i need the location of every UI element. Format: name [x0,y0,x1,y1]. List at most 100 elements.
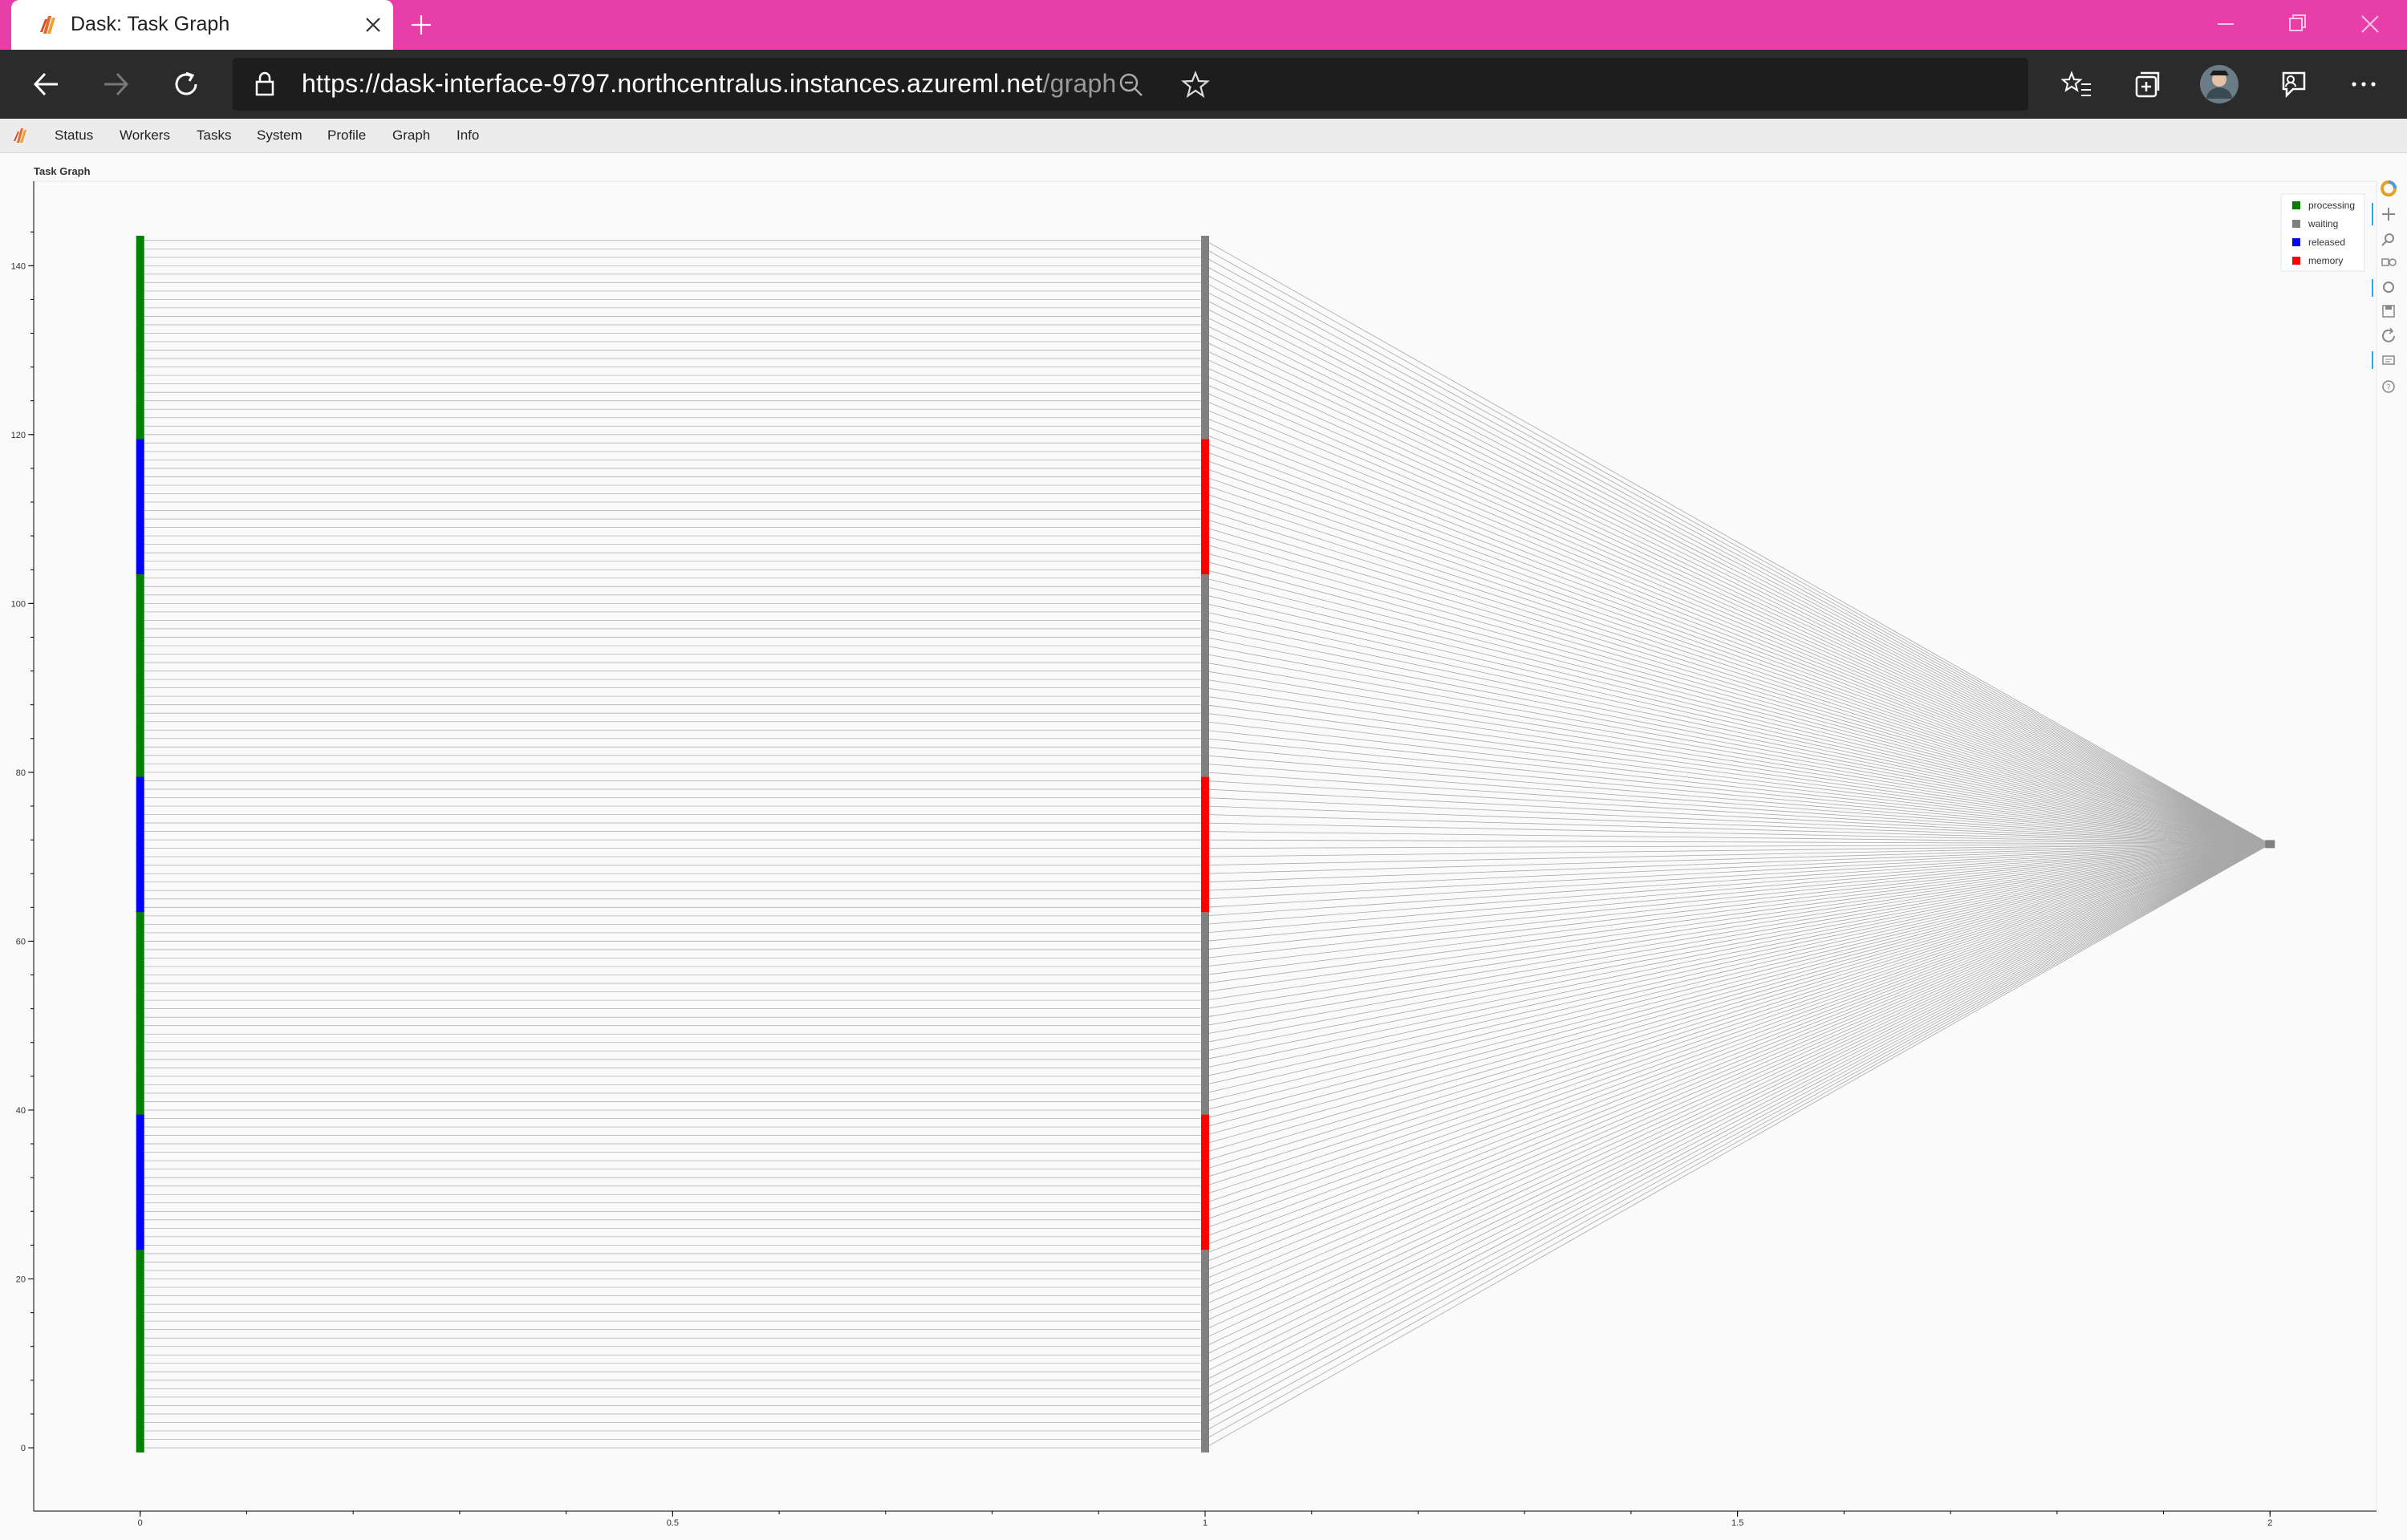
task-node[interactable] [136,615,144,626]
task-node[interactable] [136,1003,144,1014]
task-node[interactable] [1201,1181,1209,1191]
task-node[interactable] [1201,1359,1209,1368]
pan-tool-icon[interactable] [2372,203,2395,225]
task-node[interactable] [136,590,144,600]
task-node[interactable] [1201,776,1209,786]
task-graph-plot[interactable]: 0 0.5 1 1.5 2020406080100120140processingwai… [0,0,2407,1540]
task-node[interactable] [1201,1055,1209,1064]
task-node[interactable] [1201,421,1209,432]
task-node[interactable] [136,286,144,296]
task-node[interactable] [1201,970,1209,980]
task-node[interactable] [1201,928,1209,938]
task-node[interactable] [136,1291,144,1301]
task-node[interactable] [1201,472,1209,482]
task-node[interactable] [136,835,144,845]
task-node[interactable] [136,725,144,736]
task-node[interactable] [1201,641,1209,650]
task-node[interactable] [1201,1350,1209,1360]
task-node[interactable] [136,792,144,803]
task-node[interactable] [136,395,144,406]
task-node[interactable] [1201,759,1209,769]
task-node[interactable] [1201,979,1209,988]
task-node[interactable] [136,1359,144,1368]
task-node[interactable] [136,1164,144,1174]
task-node[interactable] [1201,877,1209,887]
task-node[interactable] [1201,1003,1209,1014]
task-node[interactable] [136,683,144,693]
task-node[interactable] [1201,294,1209,305]
task-node[interactable] [136,1189,144,1200]
task-node[interactable] [1201,995,1209,1005]
task-node[interactable] [136,1198,144,1208]
task-node[interactable] [136,1072,144,1081]
task-node[interactable] [1201,666,1209,676]
task-node[interactable] [1201,565,1209,575]
task-node[interactable] [1201,1156,1209,1165]
task-node[interactable] [1201,1029,1209,1039]
task-node[interactable] [1201,987,1209,997]
task-node[interactable] [1201,1147,1209,1157]
task-node[interactable] [136,945,144,954]
task-node[interactable] [136,531,144,541]
task-node[interactable] [136,379,144,389]
task-node[interactable] [1201,464,1209,473]
task-node[interactable] [1201,886,1209,896]
task-node[interactable] [1201,1409,1209,1419]
task-node[interactable] [136,497,144,507]
task-node[interactable] [136,699,144,710]
task-node[interactable] [1201,354,1209,363]
task-node[interactable] [1201,235,1209,245]
task-node[interactable] [136,337,144,346]
task-node[interactable] [1201,902,1209,913]
task-node[interactable] [1201,430,1209,440]
task-node[interactable] [1201,632,1209,642]
task-node[interactable] [136,387,144,397]
task-node[interactable] [136,776,144,786]
task-node[interactable] [136,877,144,887]
task-node[interactable] [1201,615,1209,626]
task-node[interactable] [1201,1020,1209,1031]
task-node[interactable] [1201,582,1209,592]
task-node[interactable] [1201,751,1209,760]
task-node[interactable] [1201,1189,1209,1200]
task-node[interactable] [136,1384,144,1394]
task-node[interactable] [136,919,144,930]
task-node[interactable] [136,979,144,988]
task-node[interactable] [1201,945,1209,954]
task-node[interactable] [136,328,144,338]
task-node[interactable] [136,826,144,837]
task-node[interactable] [136,1181,144,1191]
task-node[interactable] [1201,1232,1209,1242]
task-node[interactable] [136,1096,144,1107]
task-node[interactable] [136,404,144,414]
task-node[interactable] [1201,784,1209,794]
task-node[interactable] [1201,514,1209,524]
wheel-zoom-tool-icon[interactable] [2381,258,2397,266]
task-node[interactable] [1201,1392,1209,1402]
task-node[interactable] [136,1139,144,1149]
task-node[interactable] [1201,1283,1209,1292]
task-node[interactable] [136,1232,144,1242]
task-node[interactable] [136,818,144,828]
task-node[interactable] [1201,1341,1209,1352]
task-node[interactable] [136,1147,144,1157]
task-node[interactable] [136,759,144,769]
task-node[interactable] [136,480,144,490]
task-node[interactable] [1201,649,1209,659]
task-node[interactable] [136,421,144,432]
task-node[interactable] [1201,438,1209,448]
task-node[interactable] [1201,480,1209,490]
task-node[interactable] [136,1443,144,1453]
task-node[interactable] [136,1283,144,1292]
task-node[interactable] [1201,598,1209,609]
task-node[interactable] [136,1122,144,1132]
task-node[interactable] [136,464,144,473]
task-node[interactable] [1201,1206,1209,1217]
task-node[interactable] [136,784,144,794]
help-tool-icon[interactable]: ? [2382,380,2395,393]
task-node[interactable] [1201,1012,1209,1022]
task-node[interactable] [1201,742,1209,752]
task-node[interactable] [1201,270,1209,279]
task-node[interactable] [1201,911,1209,921]
task-node[interactable] [1201,1299,1209,1309]
